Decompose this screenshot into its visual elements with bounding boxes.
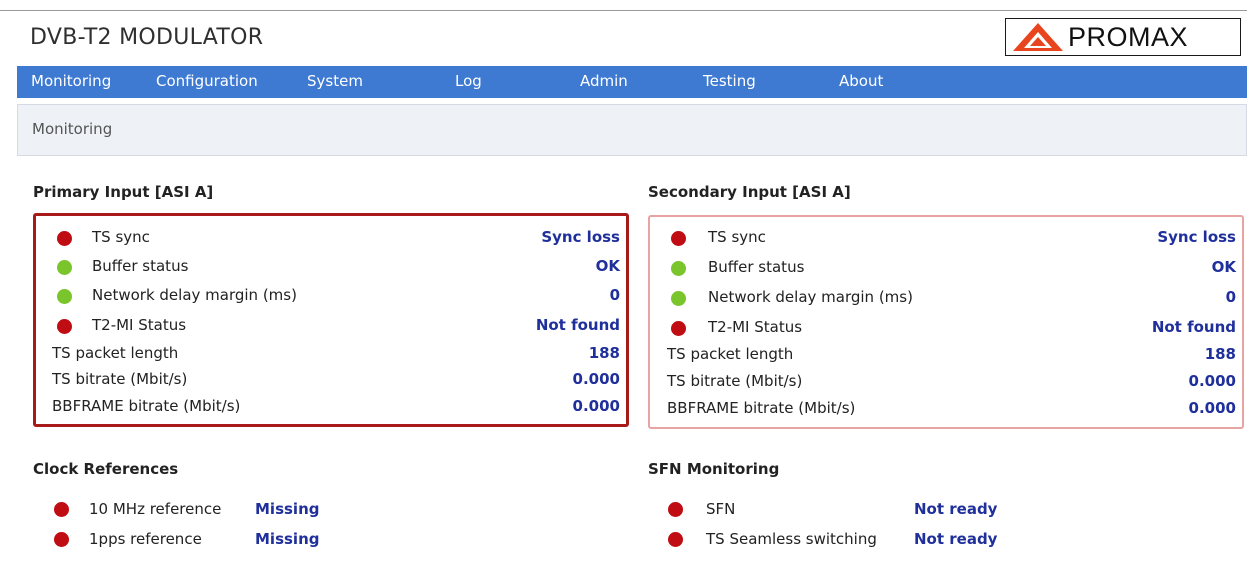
status-green-icon [671,291,686,306]
row-label: SFN [706,500,736,518]
row-label: TS Seamless switching [706,530,877,548]
row-label: TS sync [92,228,150,246]
secondary-network-delay-row: Network delay margin (ms) 0 [650,288,1242,314]
row-value: 188 [1204,345,1236,363]
secondary-t2mi-status-row: T2-MI Status Not found [650,318,1242,344]
row-value: Sync loss [541,228,620,246]
primary-input-title: Primary Input [ASI A] [33,183,214,201]
status-red-icon [57,231,72,246]
clock-references-title: Clock References [33,460,179,478]
row-label: Network delay margin (ms) [708,288,913,306]
primary-ts-bitrate-row: TS bitrate (Mbit/s) 0.000 [36,370,626,396]
status-red-icon [668,532,683,547]
row-label: Buffer status [708,258,805,276]
secondary-ts-packet-length-row: TS packet length 188 [650,345,1242,371]
row-value: 0.000 [572,397,620,415]
sfn-row: SFN Not ready [668,500,1088,526]
nav-configuration[interactable]: Configuration [156,72,258,90]
secondary-bbframe-bitrate-row: BBFRAME bitrate (Mbit/s) 0.000 [650,399,1242,425]
secondary-buffer-status-row: Buffer status OK [650,258,1242,284]
row-value: Not ready [914,530,998,548]
row-value: Not ready [914,500,998,518]
row-label: T2-MI Status [92,316,187,334]
row-label: Buffer status [92,257,189,275]
row-label: TS bitrate (Mbit/s) [667,372,803,390]
status-green-icon [57,289,72,304]
breadcrumb: Monitoring [17,104,1247,156]
row-value: OK [1211,258,1236,276]
clock-1pps-row: 1pps reference Missing [54,530,454,556]
ts-seamless-switching-row: TS Seamless switching Not ready [668,530,1088,556]
status-red-icon [57,319,72,334]
status-red-icon [668,502,683,517]
secondary-ts-bitrate-row: TS bitrate (Mbit/s) 0.000 [650,372,1242,398]
breadcrumb-current: Monitoring [32,120,113,138]
primary-buffer-status-row: Buffer status OK [36,257,626,283]
row-label: 1pps reference [89,530,202,548]
nav-log[interactable]: Log [455,72,482,90]
secondary-ts-sync-row: TS sync Sync loss [650,228,1242,254]
row-label: Network delay margin (ms) [92,286,297,304]
row-value: Missing [255,500,320,518]
secondary-input-title: Secondary Input [ASI A] [648,183,851,201]
nav-admin[interactable]: Admin [580,72,628,90]
logo-text: PROMAX [1068,21,1189,52]
row-label: T2-MI Status [708,318,803,336]
row-value: Sync loss [1157,228,1236,246]
primary-ts-sync-row: TS sync Sync loss [36,228,626,254]
row-value: Not found [1151,318,1236,336]
row-value: 0 [1225,288,1236,306]
clock-10mhz-row: 10 MHz reference Missing [54,500,454,526]
promax-triangle-icon [1013,23,1063,51]
app-title: DVB-T2 MODULATOR [30,25,264,50]
row-value: 0.000 [572,370,620,388]
row-label: TS packet length [667,345,794,363]
primary-network-delay-row: Network delay margin (ms) 0 [36,286,626,312]
nav-monitoring[interactable]: Monitoring [31,72,111,90]
row-label: TS packet length [52,344,179,362]
primary-t2mi-status-row: T2-MI Status Not found [36,316,626,342]
primary-bbframe-bitrate-row: BBFRAME bitrate (Mbit/s) 0.000 [36,397,626,423]
status-green-icon [57,260,72,275]
row-value: 188 [588,344,620,362]
row-value: OK [595,257,620,275]
row-value: Not found [535,316,620,334]
row-value: Missing [255,530,320,548]
status-red-icon [54,502,69,517]
promax-logo: PROMAX [1005,18,1241,56]
top-divider [0,10,1247,11]
row-label: TS bitrate (Mbit/s) [52,370,188,388]
row-label: TS sync [708,228,766,246]
sfn-monitoring-title: SFN Monitoring [648,460,780,478]
row-label: 10 MHz reference [89,500,222,518]
row-value: 0.000 [1188,399,1236,417]
nav-system[interactable]: System [307,72,363,90]
nav-testing[interactable]: Testing [703,72,756,90]
row-label: BBFRAME bitrate (Mbit/s) [667,399,856,417]
row-label: BBFRAME bitrate (Mbit/s) [52,397,241,415]
status-red-icon [54,532,69,547]
status-green-icon [671,261,686,276]
primary-input-panel: TS sync Sync loss Buffer status OK Netwo… [33,213,629,427]
primary-ts-packet-length-row: TS packet length 188 [36,344,626,370]
main-nav: Monitoring Configuration System Log Admi… [17,66,1247,98]
status-red-icon [671,231,686,246]
status-red-icon [671,321,686,336]
row-value: 0 [609,286,620,304]
nav-about[interactable]: About [839,72,883,90]
secondary-input-panel: TS sync Sync loss Buffer status OK Netwo… [648,215,1244,429]
row-value: 0.000 [1188,372,1236,390]
